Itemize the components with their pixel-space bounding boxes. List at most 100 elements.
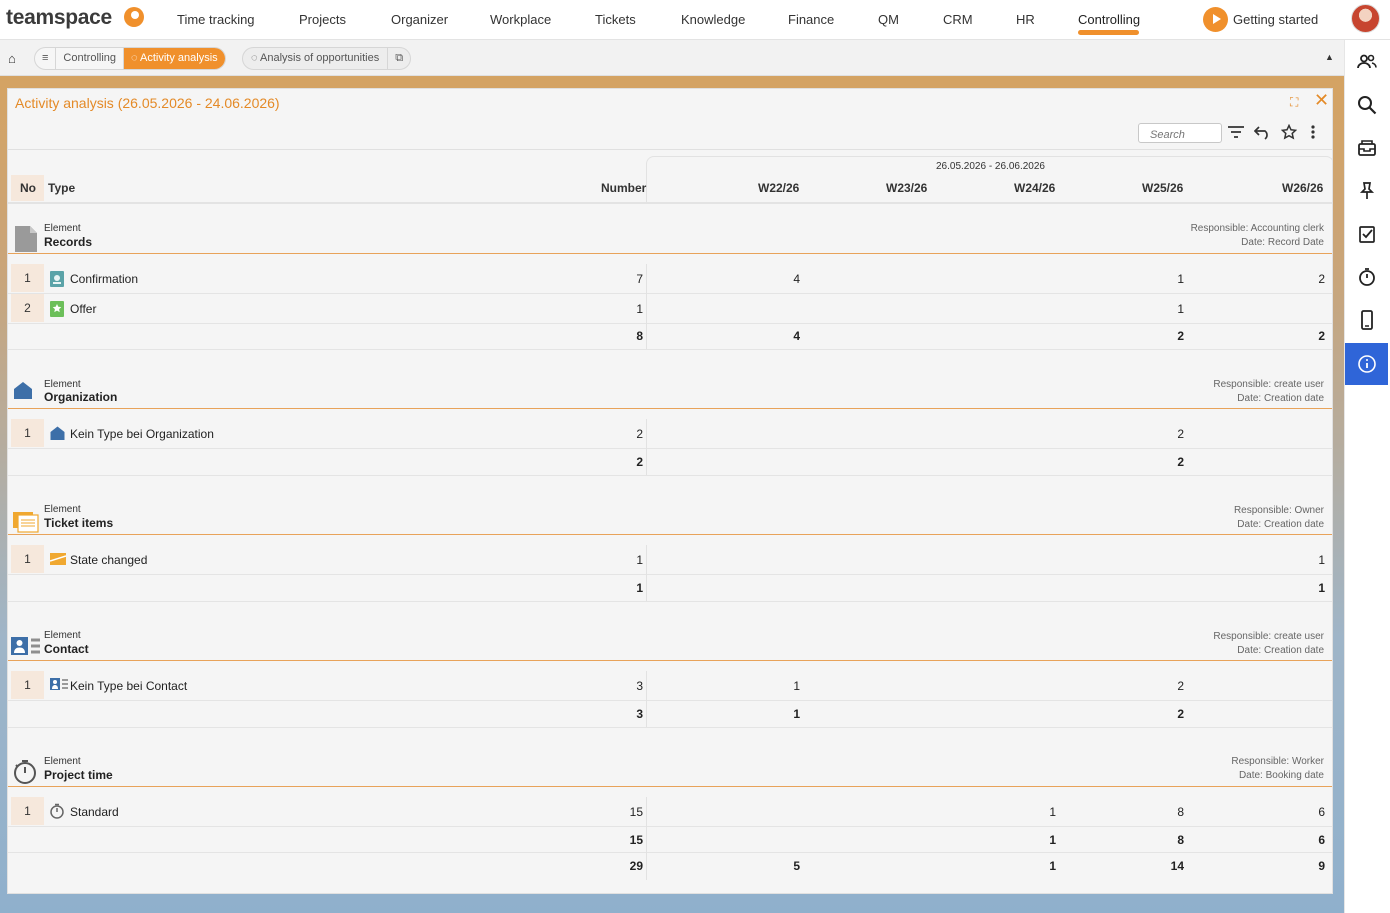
panel-title: Activity analysis (26.05.2026 - 24.06.20… <box>15 95 280 111</box>
breadcrumb-item-controlling[interactable]: Controlling <box>56 48 125 69</box>
grand-total-w24: 1 <box>1049 859 1056 873</box>
number-column-divider <box>646 264 647 349</box>
tab-analysis-of-opportunities[interactable]: ◌ Analysis of opportunities <box>243 48 387 69</box>
cell-w26: 6 <box>1318 805 1325 819</box>
state-changed-icon <box>49 552 67 566</box>
nav-hr[interactable]: HR <box>1016 12 1035 27</box>
column-header-w23[interactable]: W23/26 <box>886 181 927 195</box>
section-divider <box>8 660 1332 661</box>
section-title-records: Records <box>44 235 93 249</box>
more-options-icon[interactable] <box>1308 124 1326 142</box>
section-label: Element <box>44 630 81 641</box>
column-header-w26[interactable]: W26/26 <box>1282 181 1323 195</box>
row-type-confirmation[interactable]: Confirmation <box>70 272 138 286</box>
activity-analysis-panel: Activity analysis (26.05.2026 - 24.06.20… <box>7 88 1333 894</box>
column-header-w25[interactable]: W25/26 <box>1142 181 1183 195</box>
organization-icon <box>50 426 65 440</box>
row-number: 1 <box>11 419 44 447</box>
row-divider <box>8 475 1332 476</box>
row-type-offer[interactable]: Offer <box>70 302 96 316</box>
nav-controlling[interactable]: Controlling <box>1078 12 1140 27</box>
collapse-icon[interactable]: ▲ <box>1325 52 1334 62</box>
play-icon[interactable] <box>1203 7 1228 32</box>
close-icon[interactable]: ✕ <box>1314 90 1329 111</box>
column-header-type[interactable]: Type <box>48 181 75 195</box>
column-header-no[interactable]: No <box>20 181 36 195</box>
inbox-icon[interactable] <box>1345 130 1388 166</box>
total-w25: 2 <box>1177 707 1184 721</box>
total-w26: 2 <box>1318 329 1325 343</box>
section-title-organization: Organization <box>44 390 118 404</box>
row-number: 1 <box>11 264 44 292</box>
row-divider <box>8 448 1332 449</box>
total-number: 2 <box>636 455 643 469</box>
nav-qm[interactable]: QM <box>878 12 899 27</box>
organization-icon <box>13 381 37 405</box>
total-number: 3 <box>636 707 643 721</box>
user-avatar[interactable] <box>1351 4 1380 33</box>
cell-w26: 1 <box>1318 553 1325 567</box>
column-header-number[interactable]: Number <box>601 181 646 195</box>
search-icon[interactable] <box>1345 87 1388 123</box>
cell-w25: 2 <box>1177 679 1184 693</box>
section-label: Element <box>44 756 81 767</box>
row-divider <box>8 700 1332 701</box>
row-type-contact[interactable]: Kein Type bei Contact <box>70 679 187 693</box>
nav-crm[interactable]: CRM <box>943 12 973 27</box>
section-label: Element <box>44 504 81 515</box>
row-type-standard[interactable]: Standard <box>70 805 119 819</box>
checklist-icon[interactable] <box>1345 216 1388 252</box>
nav-finance[interactable]: Finance <box>788 12 834 27</box>
section-meta: Responsible: Owner Date: Creation date <box>1233 505 1324 530</box>
info-icon[interactable] <box>1345 343 1388 385</box>
teamspace-logo-mark-icon <box>124 7 144 27</box>
nav-organizer[interactable]: Organizer <box>391 12 448 27</box>
confirmation-icon <box>50 271 64 287</box>
section-meta: Responsible: Worker Date: Booking date <box>1231 756 1324 781</box>
nav-workplace[interactable]: Workplace <box>490 12 551 27</box>
row-type-organization[interactable]: Kein Type bei Organization <box>70 427 214 441</box>
open-external-icon[interactable]: ⧉ <box>387 48 410 69</box>
undo-icon[interactable] <box>1253 124 1272 142</box>
total-w25: 8 <box>1177 833 1184 847</box>
row-type-state-changed[interactable]: State changed <box>70 553 147 567</box>
row-number: 2 <box>11 294 44 322</box>
column-header-w24[interactable]: W24/26 <box>1014 181 1055 195</box>
top-navigation-bar: teamspace Time tracking Projects Organiz… <box>0 0 1390 40</box>
grand-total-w25: 14 <box>1170 859 1184 873</box>
ticket-items-icon <box>12 511 39 535</box>
number-column-divider <box>646 419 647 475</box>
breadcrumb-menu-icon[interactable]: ≡ <box>35 48 57 69</box>
getting-started-link[interactable]: Getting started <box>1233 12 1318 27</box>
total-number: 15 <box>629 833 643 847</box>
secondary-tab-group: ◌ Analysis of opportunities ⧉ <box>242 47 412 70</box>
breadcrumb: ≡ Controlling ◌ Activity analysis <box>34 47 226 70</box>
total-number: 1 <box>636 581 643 595</box>
total-w25: 2 <box>1177 455 1184 469</box>
grand-total-w22: 5 <box>793 859 800 873</box>
stopwatch-icon[interactable] <box>1345 259 1388 295</box>
contact-icon <box>11 637 40 661</box>
nav-projects[interactable]: Projects <box>299 12 346 27</box>
nav-knowledge[interactable]: Knowledge <box>681 12 745 27</box>
star-icon[interactable] <box>1280 123 1299 142</box>
analysis-icon: ◌ <box>251 52 260 64</box>
cell-w22: 1 <box>793 679 800 693</box>
row-divider <box>8 349 1332 350</box>
cell-w25: 8 <box>1177 805 1184 819</box>
column-header-w22[interactable]: W22/26 <box>758 181 799 195</box>
mobile-icon[interactable] <box>1345 302 1388 338</box>
cell-number: 1 <box>636 302 643 316</box>
nav-tickets[interactable]: Tickets <box>595 12 636 27</box>
section-divider <box>8 786 1332 787</box>
search-input[interactable] <box>1138 123 1222 143</box>
people-icon[interactable] <box>1345 44 1388 80</box>
pin-icon[interactable] <box>1345 173 1388 209</box>
teamspace-logo[interactable]: teamspace <box>6 6 112 30</box>
expand-icon[interactable]: ⛶ <box>1290 95 1298 110</box>
row-divider <box>8 574 1332 575</box>
filter-icon[interactable] <box>1227 124 1245 142</box>
nav-time-tracking[interactable]: Time tracking <box>177 12 255 27</box>
breadcrumb-item-activity-analysis[interactable]: ◌ Activity analysis <box>124 48 225 69</box>
home-icon[interactable]: ⌂ <box>8 51 16 66</box>
